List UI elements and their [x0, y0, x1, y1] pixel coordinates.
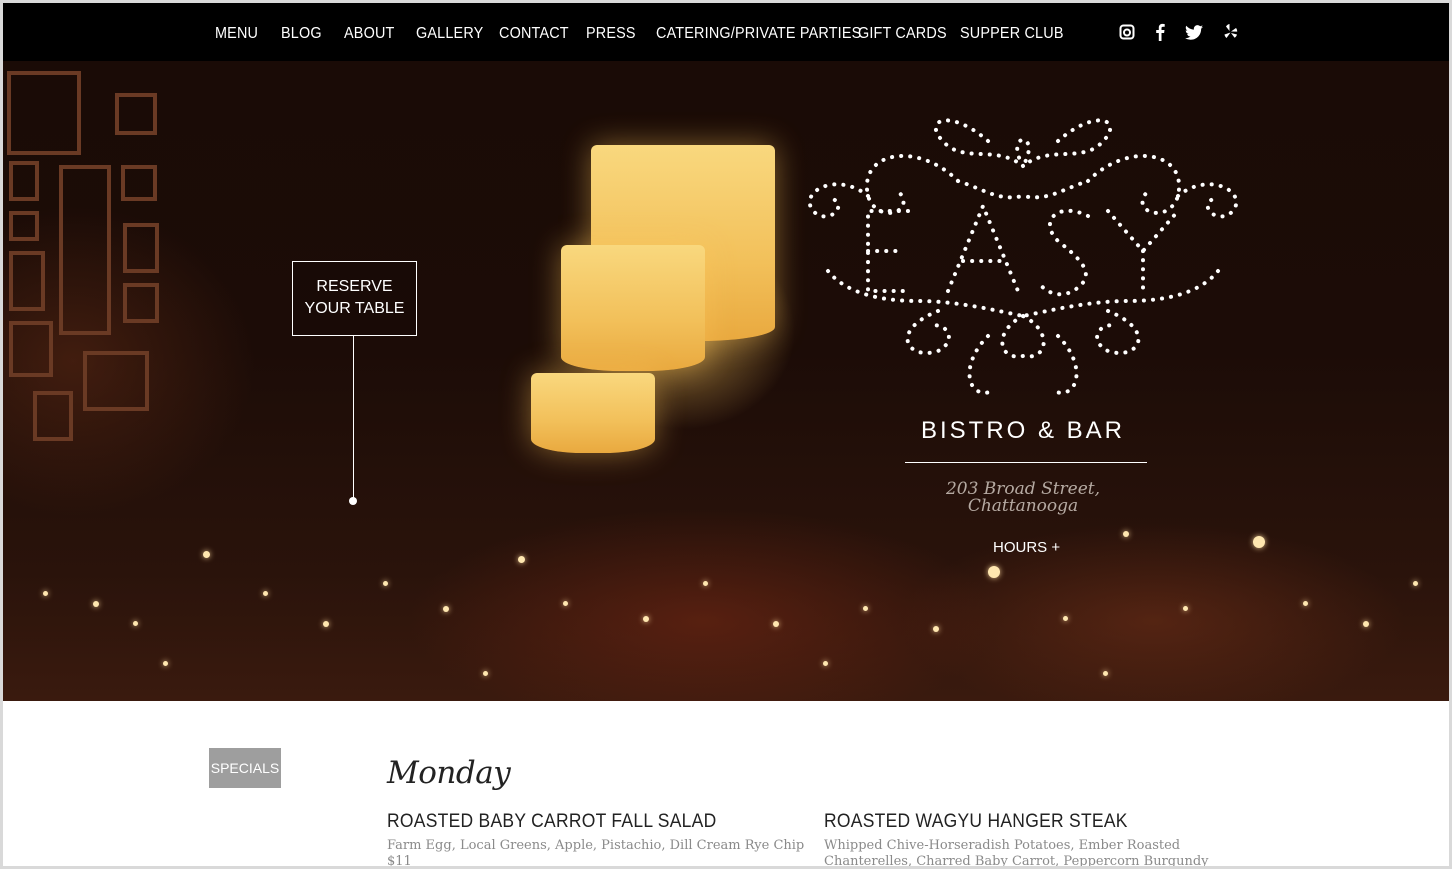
facebook-icon[interactable]: [1149, 21, 1171, 43]
easy-logo: [807, 118, 1239, 395]
nav-item-supper-club[interactable]: SUPPER CLUB: [960, 25, 1064, 43]
hours-toggle[interactable]: HOURS +: [993, 539, 1063, 556]
twitter-icon[interactable]: [1183, 21, 1205, 43]
nav-item-contact[interactable]: CONTACT: [499, 25, 569, 43]
hero-banner: RESERVE YOUR TABLE BISTRO & BAR 203 Broa…: [3, 61, 1449, 701]
nav-item-press[interactable]: PRESS: [586, 25, 636, 43]
special-item-price: $11: [387, 854, 412, 866]
subtitle-divider: [905, 462, 1147, 463]
special-item-description: Farm Egg, Local Greens, Apple, Pistachio…: [387, 838, 805, 853]
instagram-icon[interactable]: [1116, 21, 1138, 43]
special-item: ROASTED BABY CARROT FALL SALAD Farm Egg,…: [387, 811, 807, 866]
nav-item-catering[interactable]: CATERING/PRIVATE PARTIES: [656, 25, 861, 43]
special-item: ROASTED WAGYU HANGER STEAK Whipped Chive…: [824, 811, 1254, 866]
logo-subtitle: BISTRO & BAR: [920, 417, 1126, 444]
reserve-table-button[interactable]: RESERVE YOUR TABLE: [292, 261, 417, 336]
special-item-name: ROASTED WAGYU HANGER STEAK: [824, 811, 1128, 832]
reserve-line-2: YOUR TABLE: [304, 300, 405, 317]
nav-item-menu[interactable]: MENU: [215, 25, 258, 43]
nav-item-blog[interactable]: BLOG: [281, 25, 322, 43]
special-item-name: ROASTED BABY CARROT FALL SALAD: [387, 811, 717, 832]
nav-item-about[interactable]: ABOUT: [344, 25, 395, 43]
reserve-line-1: RESERVE: [316, 278, 393, 295]
specials-tab[interactable]: SPECIALS: [209, 748, 281, 788]
address: 203 Broad Street, Chattanooga: [883, 481, 1163, 515]
reserve-connector-dot: [349, 497, 357, 505]
specials-day-heading: Monday: [387, 755, 511, 791]
browser-viewport: MENU BLOG ABOUT GALLERY CONTACT PRESS CA…: [3, 3, 1449, 866]
yelp-icon[interactable]: [1220, 21, 1242, 43]
top-navigation: MENU BLOG ABOUT GALLERY CONTACT PRESS CA…: [3, 3, 1449, 61]
address-line-2: Chattanooga: [967, 496, 1079, 516]
nav-item-gift-cards[interactable]: GIFT CARDS: [858, 25, 947, 43]
special-item-description: Whipped Chive-Horseradish Potatoes, Embe…: [824, 838, 1209, 866]
reserve-connector-line: [353, 336, 354, 499]
nav-item-gallery[interactable]: GALLERY: [416, 25, 483, 43]
